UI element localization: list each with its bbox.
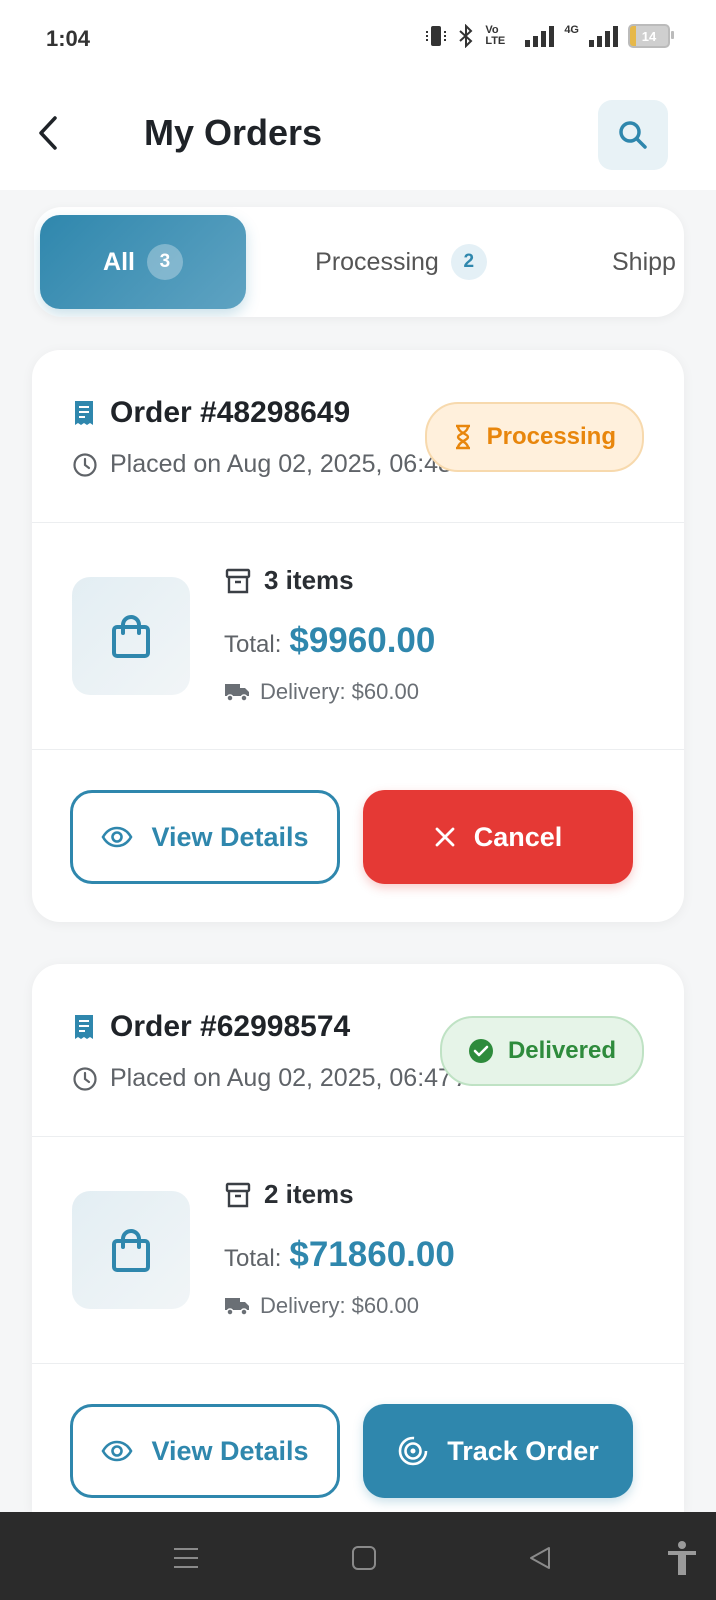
shopping-bag-icon — [112, 1229, 150, 1272]
bluetooth-icon — [459, 24, 473, 48]
total-label: Total: — [224, 631, 282, 658]
tab-count-badge: 2 — [450, 244, 487, 280]
delivery-fee: Delivery: $60.00 — [260, 679, 419, 704]
status-time: 1:04 — [46, 26, 91, 51]
search-icon — [619, 121, 647, 149]
order-header: Order #62998574 Placed on Aug 02, 2025, … — [32, 964, 684, 1137]
volte-label: Vo LTE — [485, 24, 506, 47]
order-number: Order #62998574 — [110, 1010, 351, 1043]
signal-icon-2 — [589, 25, 618, 47]
cancel-label: Cancel — [473, 821, 563, 852]
status-label: Processing — [486, 423, 616, 450]
hourglass-icon — [455, 424, 470, 450]
delivery-row: Delivery: $60.00 — [224, 1293, 419, 1319]
total-value: $71860.00 — [289, 1235, 455, 1274]
tab-label: Shipp — [612, 247, 676, 276]
page-title: My Orders — [144, 112, 323, 153]
recent-apps-button[interactable] — [166, 1538, 206, 1578]
home-square-icon — [352, 1546, 376, 1570]
cancel-order-button[interactable]: Cancel — [363, 790, 633, 884]
items-count: 2 items — [264, 1179, 354, 1209]
order-title-row: Order #48298649 — [72, 396, 350, 430]
status-bar: 1:04 Vo LTE 4G 14 — [0, 0, 716, 82]
tab-count-badge: 3 — [146, 244, 183, 280]
view-details-label: View Details — [151, 1435, 309, 1466]
home-button[interactable] — [344, 1538, 384, 1578]
order-date-row: Placed on Aug 02, 2025, 06:47 AM — [72, 1064, 495, 1093]
status-label: Delivered — [507, 1037, 616, 1064]
view-details-label: View Details — [151, 821, 309, 852]
battery-icon: 14 — [628, 24, 674, 48]
track-order-label: Track Order — [447, 1435, 599, 1466]
tab-shipped[interactable]: Shipp — [612, 215, 684, 309]
view-details-button[interactable]: View Details — [70, 790, 340, 884]
back-button[interactable] — [28, 108, 68, 158]
close-icon — [435, 827, 455, 847]
status-badge: Processing — [424, 402, 644, 472]
archive-box-icon — [225, 1182, 251, 1207]
receipt-icon — [75, 1015, 93, 1039]
receipt-icon — [75, 401, 93, 425]
truck-icon — [225, 684, 249, 702]
order-header: Order #48298649 Placed on Aug 02, 2025, … — [32, 350, 684, 523]
battery-level: 14 — [641, 28, 657, 44]
signal-icon — [525, 25, 555, 47]
delivery-fee: Delivery: $60.00 — [260, 1293, 419, 1318]
clock-icon — [73, 1066, 97, 1091]
radar-track-icon — [398, 1436, 428, 1466]
order-title-row: Order #62998574 — [72, 1010, 350, 1044]
eye-icon — [101, 826, 133, 848]
shopping-bag-icon — [112, 615, 150, 658]
triangle-back-icon — [530, 1547, 550, 1569]
accessibility-button[interactable] — [662, 1538, 702, 1578]
check-circle-icon — [468, 1039, 493, 1063]
status-tabs: All 3 Processing 2 Shipp — [34, 207, 684, 317]
order-date: Placed on Aug 02, 2025, 06:47 AM — [110, 1064, 496, 1092]
total-row: Total: $9960.00 — [224, 621, 435, 661]
accessibility-icon — [668, 1541, 696, 1575]
tab-processing[interactable]: Processing 2 — [296, 215, 506, 309]
system-nav-bar — [0, 1512, 716, 1600]
menu-icon — [174, 1548, 198, 1568]
order-card: Order #48298649 Placed on Aug 02, 2025, … — [32, 350, 684, 922]
vibrate-icon — [426, 26, 447, 46]
search-button[interactable] — [598, 100, 668, 170]
tab-all[interactable]: All 3 — [40, 215, 246, 309]
order-thumbnail — [72, 1191, 190, 1309]
network-label: 4G — [564, 24, 579, 36]
clock-icon — [73, 452, 97, 477]
order-thumbnail — [72, 577, 190, 695]
order-number: Order #48298649 — [110, 396, 351, 429]
track-order-button[interactable]: Track Order — [363, 1404, 633, 1498]
tab-label: All — [103, 247, 135, 276]
view-details-button[interactable]: View Details — [70, 1404, 340, 1498]
chevron-left-icon — [39, 116, 57, 150]
total-label: Total: — [224, 1245, 282, 1272]
order-actions: View Details Track Order — [32, 1364, 684, 1512]
items-count: 3 items — [264, 565, 354, 595]
truck-icon — [225, 1298, 249, 1316]
order-card: Order #62998574 Placed on Aug 02, 2025, … — [32, 964, 684, 1512]
app-bar: My Orders — [0, 82, 716, 190]
items-count-row: 3 items — [224, 565, 354, 596]
items-count-row: 2 items — [224, 1179, 354, 1210]
total-row: Total: $71860.00 — [224, 1235, 455, 1275]
archive-box-icon — [225, 568, 251, 593]
status-icons: Vo LTE 4G 14 — [425, 24, 674, 48]
order-summary: 2 items Total: $71860.00 Delivery: $60.0… — [32, 1137, 684, 1364]
eye-icon — [101, 1440, 133, 1462]
delivery-row: Delivery: $60.00 — [224, 679, 419, 705]
tab-label: Processing — [315, 247, 439, 276]
total-value: $9960.00 — [289, 621, 436, 660]
order-summary: 3 items Total: $9960.00 Delivery: $60.00 — [32, 523, 684, 750]
order-actions: View Details Cancel — [32, 750, 684, 922]
status-badge: Delivered — [439, 1016, 644, 1086]
back-nav-button[interactable] — [520, 1538, 560, 1578]
